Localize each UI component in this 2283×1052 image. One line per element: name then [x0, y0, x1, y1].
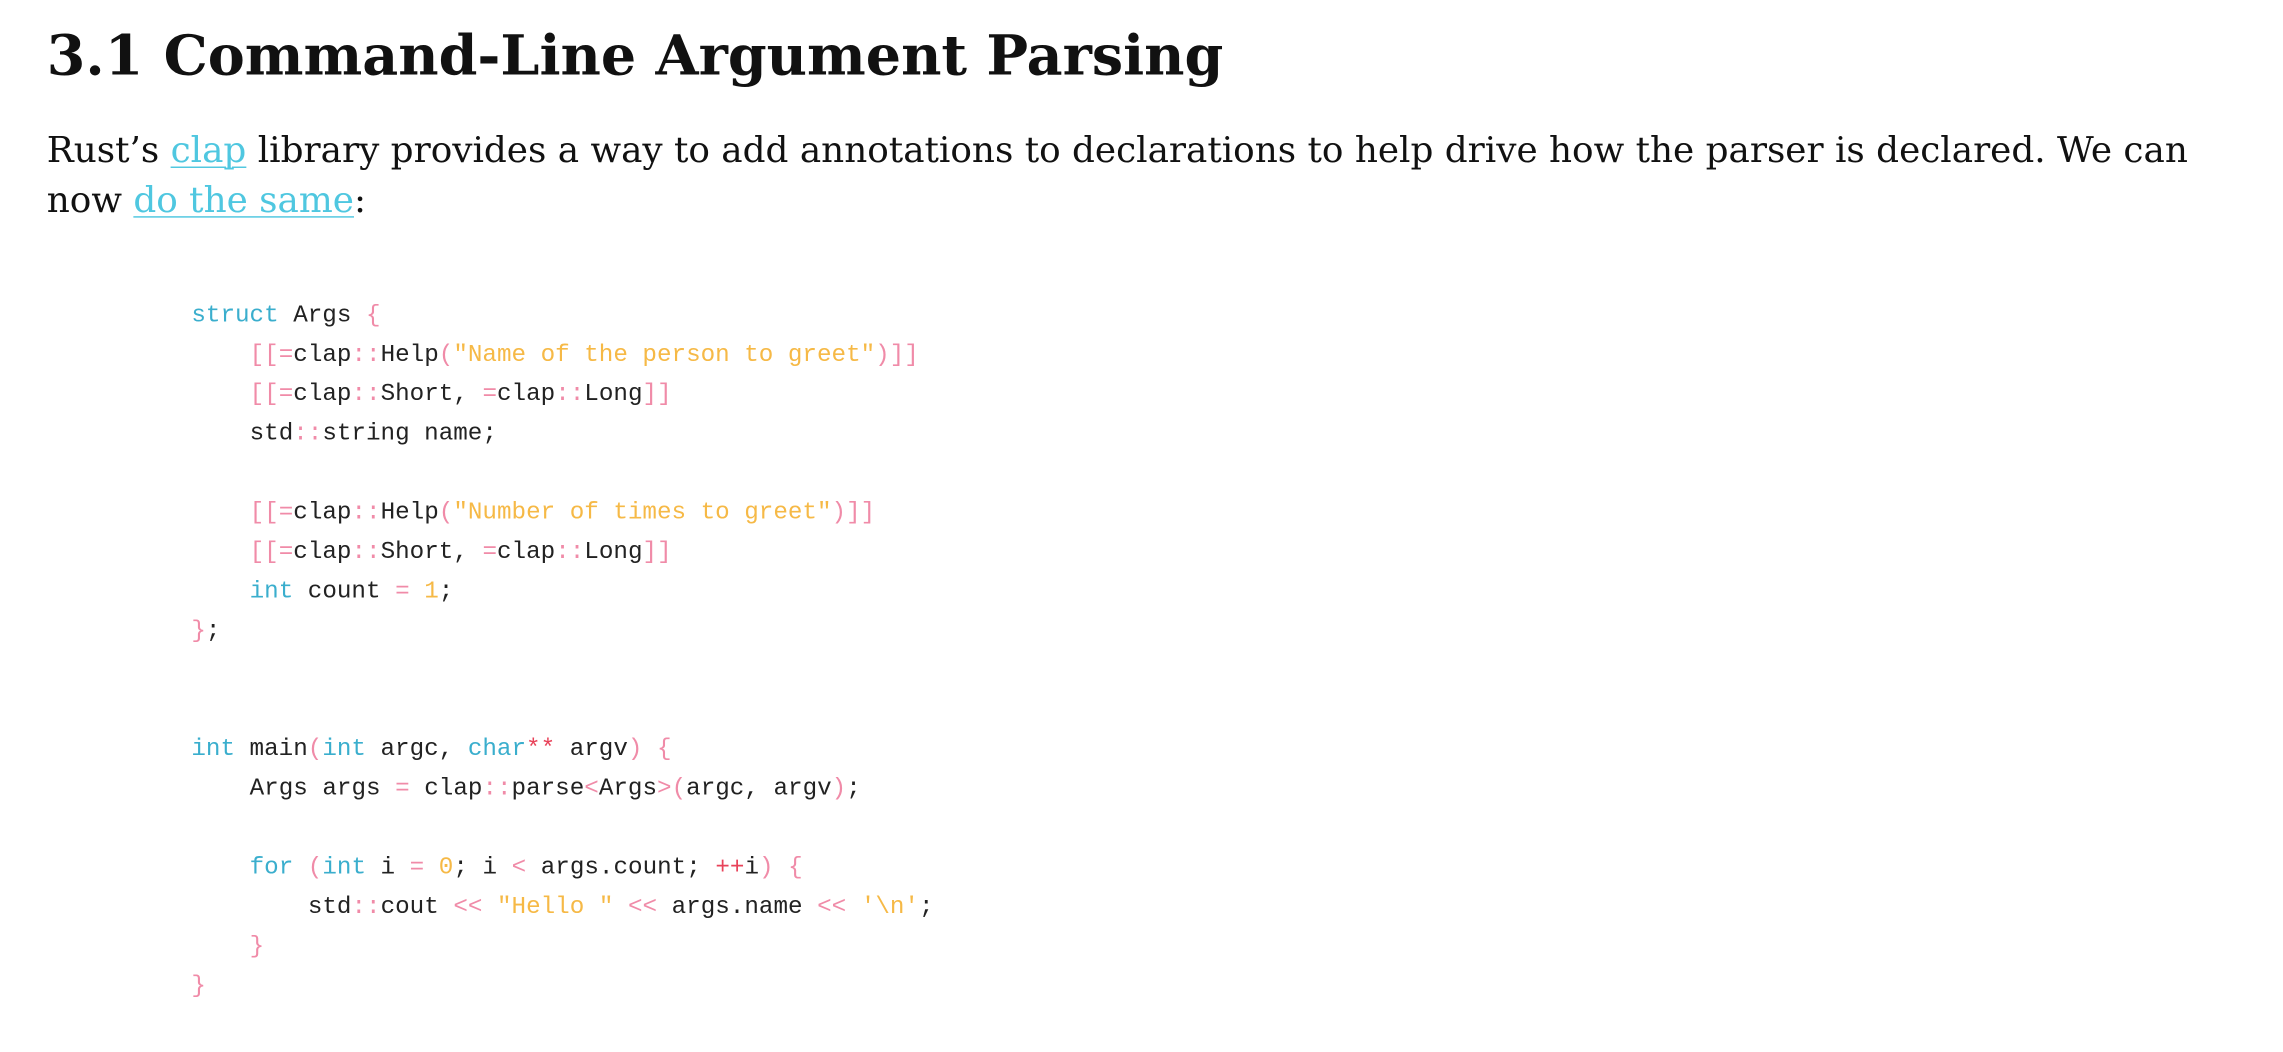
code-line: Args args = clap::parse<Args>(argc, argv…	[249, 774, 861, 802]
code-line: int count = 1;	[249, 576, 454, 605]
code-line: [[=clap::Short, =clap::Long]]	[249, 379, 672, 408]
code-line: std::string name;	[249, 419, 497, 447]
paragraph-text-after: :	[353, 178, 367, 221]
paragraph-text-middle: library provides a way to add annotation…	[46, 128, 2188, 221]
code-lines: struct Args { [[=clap::Help("Name of the…	[191, 295, 933, 1005]
clap-link[interactable]: clap	[171, 129, 247, 171]
code-block: struct Args { [[=clap::Help("Name of the…	[191, 295, 933, 1005]
code-line: [[=clap::Help("Number of times to greet"…	[249, 498, 876, 526]
code-line: std::cout << "Hello " << args.name << '\…	[307, 892, 934, 921]
paragraph-text-before: Rust’s	[46, 128, 171, 171]
code-line: }	[249, 931, 265, 960]
do-the-same-link[interactable]: do the same	[133, 178, 354, 220]
code-line: struct Args {	[191, 300, 381, 329]
code-line: };	[191, 616, 221, 645]
code-line: [[=clap::Help("Name of the person to gre…	[249, 340, 919, 369]
intro-paragraph: Rust’s clap library provides a way to ad…	[47, 126, 2231, 225]
code-line: int main(int argc, char** argv) {	[191, 734, 672, 763]
section-heading: 3.1 Command-Line Argument Parsing	[47, 20, 1224, 90]
section-title: Command-Line Argument Parsing	[163, 21, 1224, 88]
section-number: 3.1	[46, 21, 144, 88]
code-line: }	[191, 971, 206, 1000]
code-line: for (int i = 0; i < args.count; ++i) {	[249, 853, 803, 881]
code-line: [[=clap::Short, =clap::Long]]	[249, 537, 672, 566]
document-page: 3.1 Command-Line Argument Parsing Rust’s …	[0, 0, 2283, 1052]
